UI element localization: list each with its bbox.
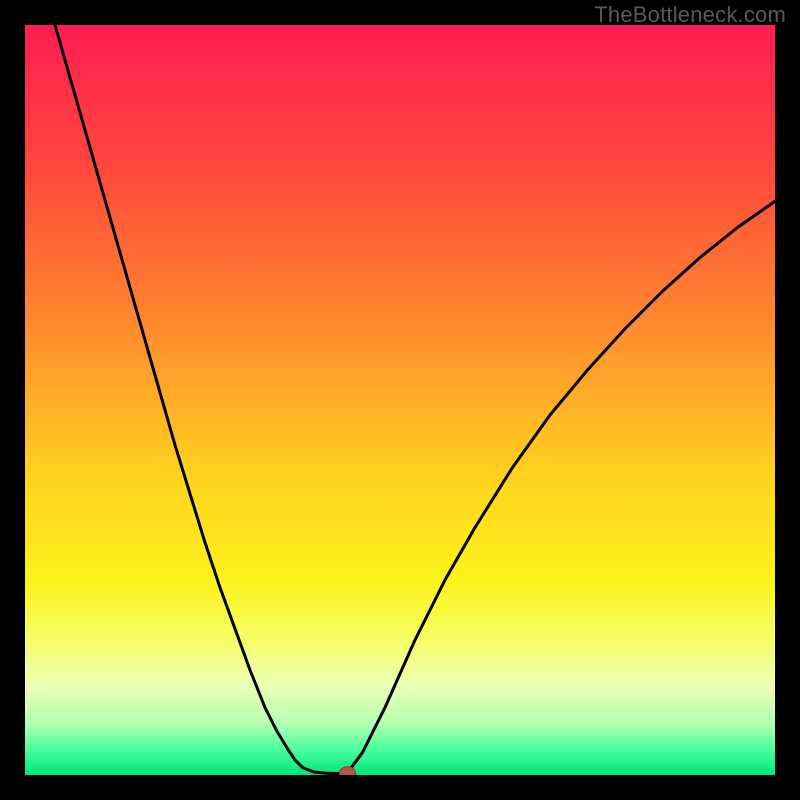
bottleneck-chart	[25, 25, 775, 775]
minimum-marker	[340, 767, 356, 775]
gradient-background	[25, 25, 775, 775]
plot-area	[25, 25, 775, 775]
chart-frame: TheBottleneck.com	[0, 0, 800, 800]
